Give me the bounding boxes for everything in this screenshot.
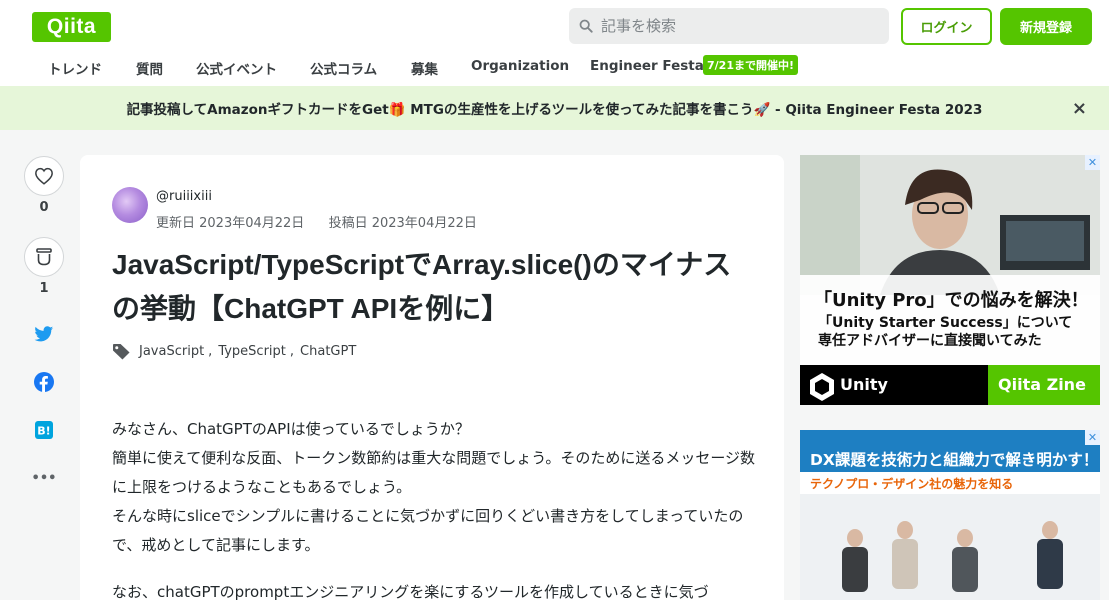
article-title: JavaScript/TypeScriptでArray.slice()のマイナス… [112,249,732,324]
paragraph: みなさん、ChatGPTのAPIは使っているでしょうか？ [112,420,470,438]
ad-close-icon[interactable]: ✕ [1085,155,1100,170]
nav-item-official-events[interactable]: 公式イベント [196,58,277,78]
posted-date: 投稿日 2023年04月22日 [328,216,477,231]
hatena-bookmark-icon[interactable]: B! [33,419,55,441]
nav-item-trend[interactable]: トレンド [48,58,102,78]
search-icon [579,19,593,33]
login-button[interactable]: ログイン [901,8,992,45]
author-name[interactable]: @ruiiixiii [156,189,212,204]
ad-unity-sub2: 専任アドバイザーに直接聞いてみた [818,333,1042,349]
announcement-banner[interactable]: 記事投稿してAmazonギフトカードをGet🎁 MTGの生産性を上げるツールを使… [0,86,1109,130]
ad-close-icon[interactable]: ✕ [1085,430,1100,445]
ad-technopro-headline: DX課題を技術力と組織力で解き明かす！ [810,451,1099,469]
nav-item-recruit[interactable]: 募集 [411,58,438,78]
paragraph: なお、chatGPTのpromptエンジニアリングを楽にするツールを作成している… [112,583,709,600]
like-button[interactable] [24,156,64,196]
nav-item-organization[interactable]: Organization [471,58,569,74]
site-header: Qiita ログイン 新規登録 トレンド 質問 公式イベント 公式コラム 募集 … [0,0,1109,86]
close-icon[interactable]: × [1072,98,1087,119]
nav-item-questions[interactable]: 質問 [136,58,163,78]
ad-unity-sub1: 「Unity Starter Success」について [818,315,1073,331]
facebook-icon[interactable] [33,371,55,393]
search-box[interactable] [569,8,889,44]
ad-unity-image [800,155,1100,405]
ad-unity-brand: Unity [840,375,888,394]
article-dates: 更新日 2023年04月22日 投稿日 2023年04月22日 [156,212,477,231]
twitter-icon[interactable] [33,323,55,345]
ad-technopro[interactable]: DX課題を技術力と組織力で解き明かす！ テクノプロ・デザイン社の魅力を知る ✕ [800,430,1100,600]
qiita-logo[interactable]: Qiita [32,12,111,42]
article-card: @ruiiixiii 更新日 2023年04月22日 投稿日 2023年04月2… [80,155,784,600]
stock-count: 1 [39,281,49,296]
svg-text:B!: B! [37,425,50,438]
tag-icon [113,343,130,360]
main-nav: トレンド 質問 公式イベント 公式コラム 募集 Organization Eng… [0,52,1109,86]
ad-qiita-zine-brand: Qiita Zine [998,375,1086,394]
festa-badge: 7/21まで開催中! [703,55,798,75]
nav-item-engineer-festa[interactable]: Engineer Festa [590,58,704,74]
ad-technopro-sub: テクノプロ・デザイン社の魅力を知る [810,477,1014,491]
more-icon[interactable]: ••• [32,467,57,489]
paragraph: 簡単に使えて便利な反面、トークン数節約は重大な問題でしょう。そのために送るメッセ… [112,449,756,496]
tag-typescript[interactable]: TypeScript [218,344,286,359]
ad-unity[interactable]: 「Unity Pro」での悩みを解決！ 「Unity Starter Succe… [800,155,1100,405]
like-count: 0 [39,200,49,215]
stock-button[interactable] [24,237,64,277]
nav-item-official-columns[interactable]: 公式コラム [310,58,377,78]
signup-button[interactable]: 新規登録 [1000,8,1092,45]
heart-icon [35,167,53,185]
search-input[interactable] [601,17,871,35]
tag-chatgpt[interactable]: ChatGPT [300,344,356,359]
tag-list: JavaScript, TypeScript, ChatGPT [112,343,360,360]
tag-javascript[interactable]: JavaScript [139,344,204,359]
avatar[interactable] [112,187,148,223]
updated-date: 更新日 2023年04月22日 [156,216,305,231]
stock-icon [36,248,52,266]
paragraph: そんな時にsliceでシンプルに書けることに気づかずに回りくどい書き方をしてしま… [112,507,744,554]
article-body: みなさん、ChatGPTのAPIは使っているでしょうか？ 簡単に使えて便利な反面… [112,415,762,600]
banner-text[interactable]: 記事投稿してAmazonギフトカードをGet🎁 MTGの生産性を上げるツールを使… [127,98,983,118]
ad-unity-headline: 「Unity Pro」での悩みを解決！ [814,290,1089,311]
